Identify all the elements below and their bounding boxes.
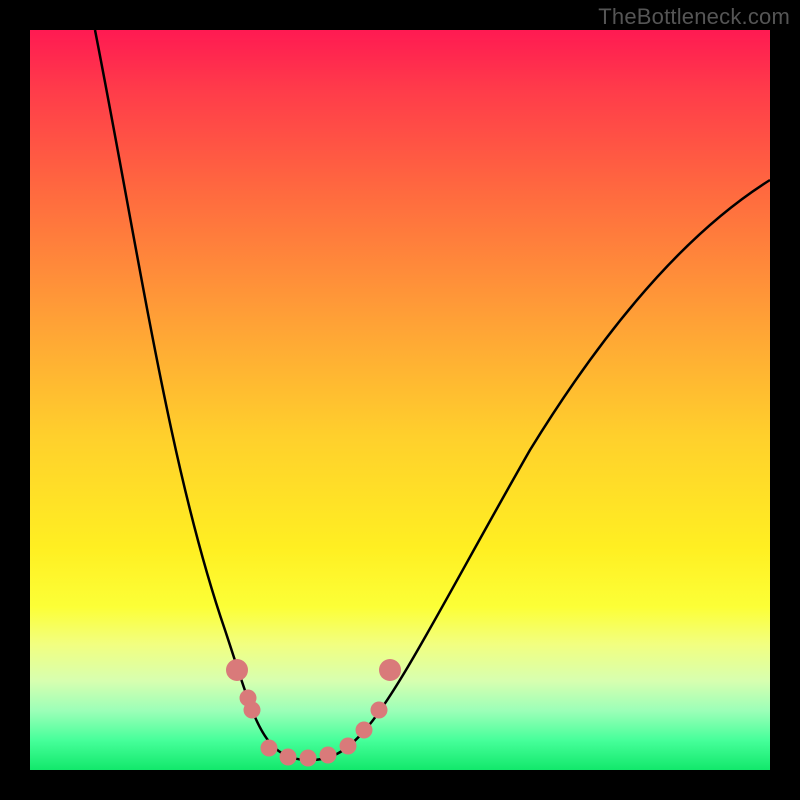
marker <box>356 722 373 739</box>
marker <box>244 702 261 719</box>
plot-area <box>30 30 770 770</box>
curve-svg <box>30 30 770 770</box>
marker-group <box>226 659 401 767</box>
marker <box>371 702 388 719</box>
marker <box>261 740 278 757</box>
chart-frame: TheBottleneck.com <box>0 0 800 800</box>
marker <box>340 738 357 755</box>
marker <box>379 659 401 681</box>
bottleneck-curve <box>95 30 770 760</box>
marker <box>226 659 248 681</box>
watermark-text: TheBottleneck.com <box>598 4 790 30</box>
marker <box>320 747 337 764</box>
marker <box>300 750 317 767</box>
marker <box>280 749 297 766</box>
